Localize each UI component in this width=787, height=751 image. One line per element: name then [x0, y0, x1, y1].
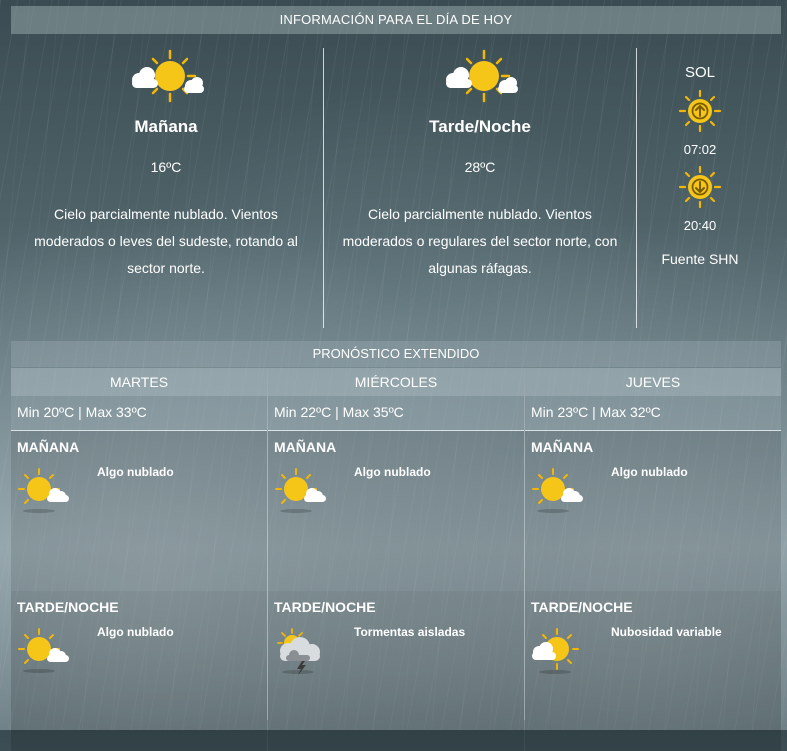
day-name: MARTES [11, 368, 267, 396]
sunset-time: 20:40 [683, 218, 717, 233]
period-label: MAÑANA [274, 439, 337, 455]
temperature: 16ºC [150, 159, 182, 175]
period-title: Tarde/Noche [429, 117, 531, 136]
sun-cloud-icon [446, 49, 518, 103]
period-label: TARDE/NOCHE [531, 599, 633, 615]
period-description: Tormentas aisladas [354, 625, 466, 639]
forecast-description: Cielo parcialmente nublado. Vientos mode… [34, 206, 298, 276]
period-evening: TARDE/NOCHE Algo nublado [11, 591, 267, 751]
forecast-description: Cielo parcialmente nublado. Vientos mode… [342, 206, 618, 276]
min-max-temp: Min 23ºC | Max 32ºC [525, 396, 781, 431]
forecast-day-tuesday: MARTES Min 20ºC | Max 33ºC MAÑANA Algo n… [11, 368, 267, 751]
today-header: INFORMACIÓN PARA EL DÍA DE HOY [11, 6, 781, 34]
period-evening: TARDE/NOCHE Tormentas aisladas [268, 591, 524, 751]
min-max-temp: Min 20ºC | Max 33ºC [11, 396, 267, 431]
sun-cloud-icon [532, 468, 583, 513]
divider [323, 48, 324, 328]
extended-header: PRONÓSTICO EXTENDIDO [11, 341, 781, 367]
min-max-temp: Min 22ºC | Max 35ºC [268, 396, 524, 431]
period-description: Algo nublado [97, 625, 174, 639]
period-description: Nubosidad variable [611, 625, 722, 639]
period-description: Algo nublado [354, 465, 431, 479]
today-morning: Mañana 16ºC Cielo parcialmente nublado. … [20, 48, 312, 282]
day-name: MIÉRCOLES [268, 368, 524, 396]
sun-title: SOL [684, 64, 715, 81]
sun-info: SOL 07:02 20:40 Fuente SHN [640, 48, 760, 267]
forecast-day-thursday: JUEVES Min 23ºC | Max 32ºC MAÑANA Algo n… [525, 368, 781, 751]
sun-cloud-icon [275, 468, 326, 513]
today-evening: Tarde/Noche 28ºC Cielo parcialmente nubl… [335, 48, 625, 282]
period-label: TARDE/NOCHE [274, 599, 376, 615]
temperature: 28ºC [464, 159, 496, 175]
period-label: TARDE/NOCHE [17, 599, 119, 615]
day-name: JUEVES [525, 368, 781, 396]
period-description: Algo nublado [97, 465, 174, 479]
period-label: MAÑANA [17, 439, 80, 455]
period-description: Algo nublado [611, 465, 688, 479]
period-morning: MAÑANA Algo nublado [268, 431, 524, 591]
sunset-icon [678, 165, 722, 209]
sun-cloud-icon [132, 49, 204, 103]
forecast-day-wednesday: MIÉRCOLES Min 22ºC | Max 35ºC MAÑANA Alg… [268, 368, 524, 751]
period-morning: MAÑANA Algo nublado [11, 431, 267, 591]
storm-icon [277, 628, 320, 675]
cloud-sun-icon [532, 628, 579, 674]
sunrise-icon [678, 89, 722, 133]
sun-cloud-icon [18, 628, 69, 673]
divider [636, 48, 637, 328]
sun-cloud-icon [18, 468, 69, 513]
period-evening: TARDE/NOCHE Nubosidad variable [525, 591, 781, 751]
source-label: Fuente SHN [661, 251, 739, 267]
period-title: Mañana [134, 117, 198, 136]
period-label: MAÑANA [531, 439, 594, 455]
period-morning: MAÑANA Algo nublado [525, 431, 781, 591]
sunrise-time: 07:02 [683, 142, 717, 157]
